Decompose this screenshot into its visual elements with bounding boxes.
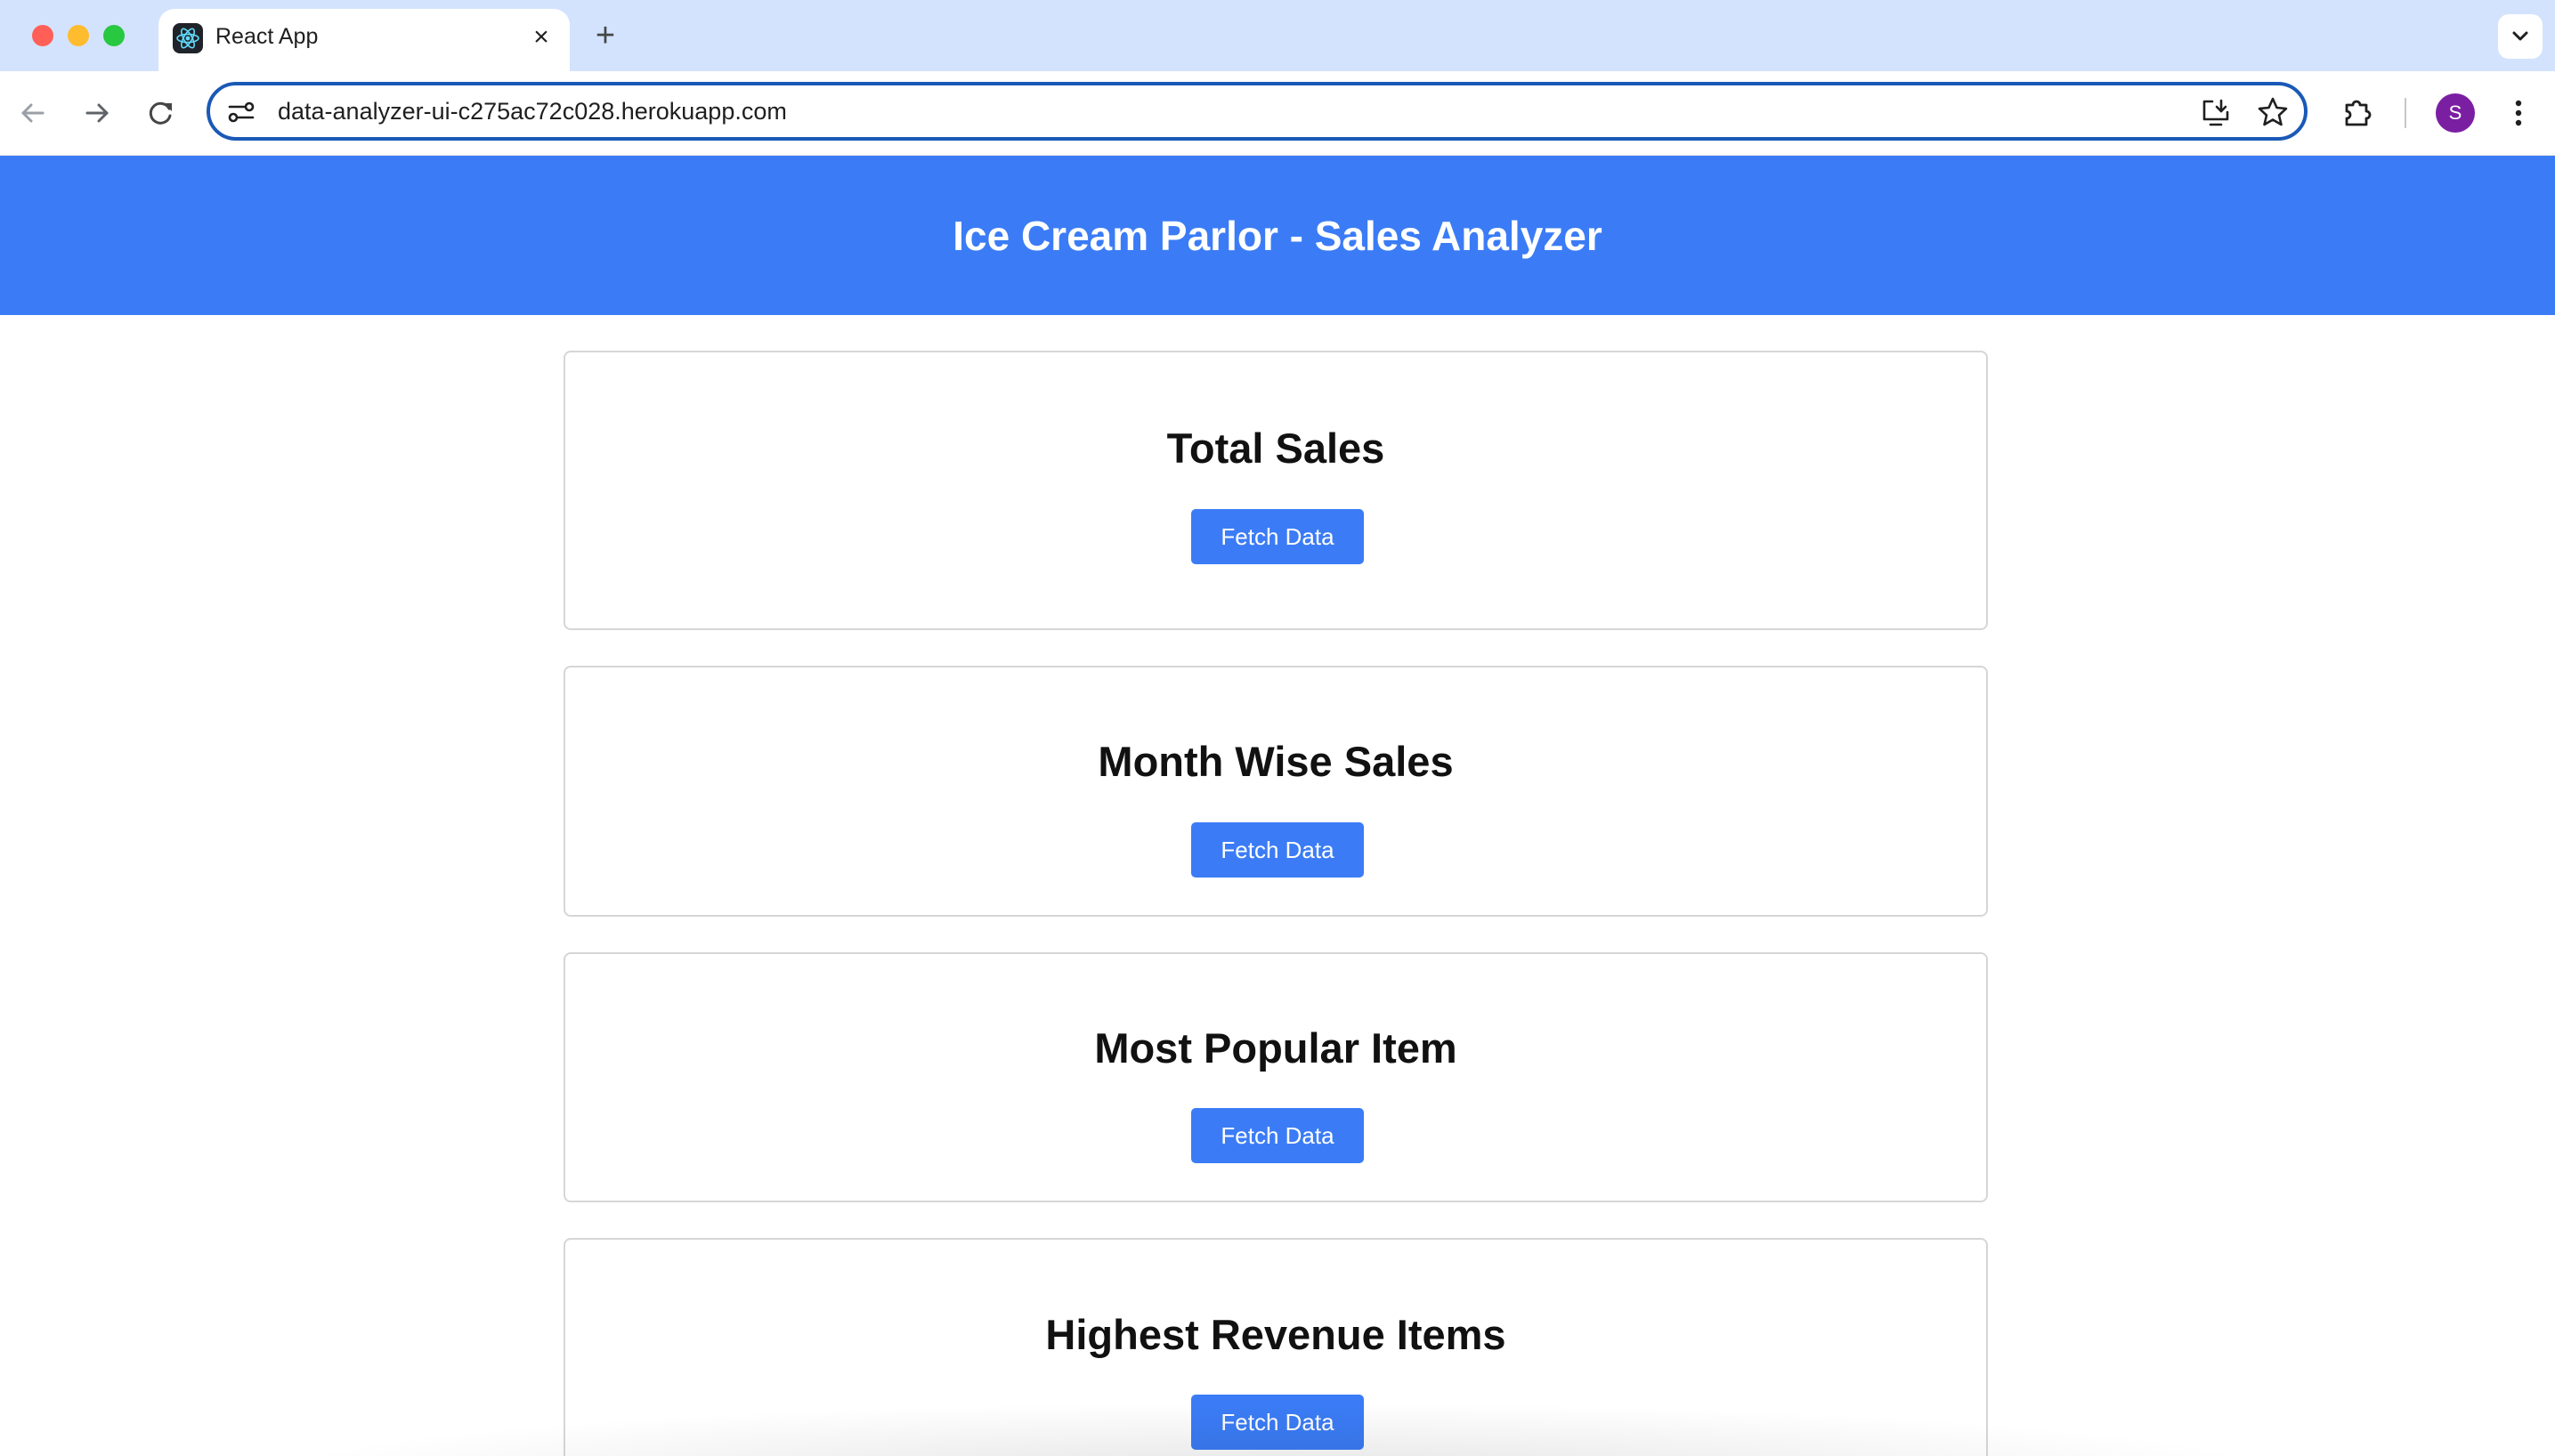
url-text[interactable]: data-analyzer-ui-c275ac72c028.herokuapp.… — [278, 98, 787, 125]
minimize-window-button[interactable] — [68, 25, 89, 46]
puzzle-icon — [2345, 100, 2372, 126]
most-popular-item-card: Most Popular Item Fetch Data — [564, 952, 1988, 1202]
chevron-down-icon — [2512, 31, 2528, 41]
fetch-month-wise-sales-button[interactable]: Fetch Data — [1191, 822, 1364, 878]
browser-toolbar: data-analyzer-ui-c275ac72c028.herokuapp.… — [0, 71, 2555, 156]
fetch-most-popular-item-button[interactable]: Fetch Data — [1191, 1108, 1364, 1163]
close-window-button[interactable] — [32, 25, 53, 46]
site-info-button[interactable] — [226, 97, 256, 127]
back-button[interactable] — [11, 91, 55, 135]
new-tab-button[interactable]: + — [588, 18, 623, 53]
tab-title: React App — [215, 24, 319, 49]
close-tab-button[interactable]: × — [525, 21, 557, 53]
arrow-right-icon — [85, 103, 109, 123]
install-app-button[interactable] — [2199, 95, 2233, 129]
more-vert-icon — [2515, 100, 2522, 126]
react-logo-icon — [173, 23, 203, 53]
star-icon — [2258, 97, 2288, 126]
fetch-highest-revenue-items-button[interactable]: Fetch Data — [1191, 1395, 1364, 1450]
page-content: Ice Cream Parlor - Sales Analyzer Total … — [0, 156, 2555, 1456]
address-bar[interactable]: data-analyzer-ui-c275ac72c028.herokuapp.… — [207, 82, 2308, 141]
extensions-button[interactable] — [2338, 93, 2379, 133]
app-header: Ice Cream Parlor - Sales Analyzer — [0, 156, 2555, 315]
app-title: Ice Cream Parlor - Sales Analyzer — [953, 212, 1602, 259]
tab-strip: React App × + — [0, 0, 2555, 71]
toolbar-divider — [2405, 98, 2406, 128]
card-title: Total Sales — [1166, 425, 1385, 472]
card-title: Month Wise Sales — [1098, 738, 1454, 785]
arrow-left-icon — [21, 103, 45, 123]
maximize-window-button[interactable] — [103, 25, 125, 46]
card-title: Most Popular Item — [1094, 1024, 1457, 1072]
total-sales-card: Total Sales Fetch Data — [564, 351, 1988, 630]
forward-button[interactable] — [75, 91, 119, 135]
tab-search-button[interactable] — [2498, 14, 2543, 59]
card-title: Highest Revenue Items — [1045, 1311, 1506, 1358]
fetch-total-sales-button[interactable]: Fetch Data — [1191, 509, 1364, 564]
tune-icon — [228, 101, 255, 123]
bookmark-button[interactable] — [2256, 95, 2290, 129]
browser-tab-active[interactable]: React App × — [158, 9, 570, 71]
reload-icon — [149, 101, 172, 125]
browser-menu-button[interactable] — [2498, 93, 2539, 133]
month-wise-sales-card: Month Wise Sales Fetch Data — [564, 666, 1988, 917]
install-app-icon — [2202, 99, 2229, 126]
reload-button[interactable] — [139, 91, 183, 135]
profile-avatar[interactable]: S — [2436, 93, 2475, 133]
highest-revenue-items-card: Highest Revenue Items Fetch Data — [564, 1238, 1988, 1456]
